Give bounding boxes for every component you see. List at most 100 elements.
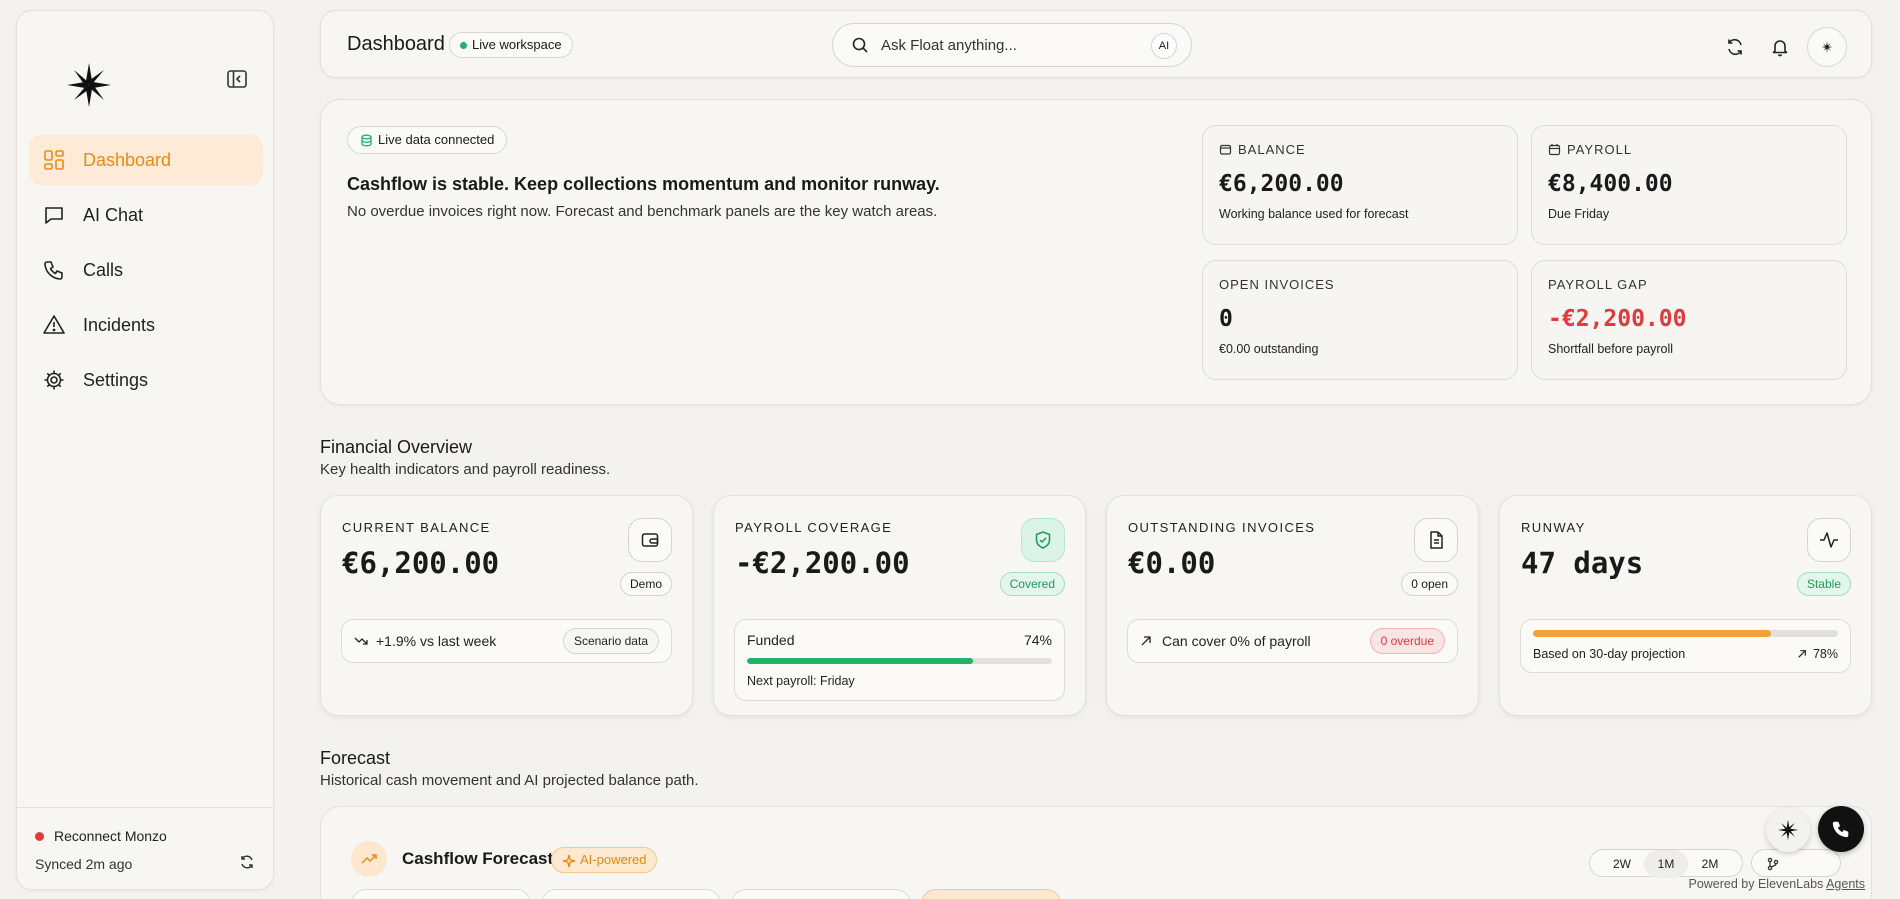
- chat-icon: [43, 204, 65, 226]
- cover-text: Can cover 0% of payroll: [1162, 633, 1311, 649]
- runway-progress-bar: [1533, 630, 1838, 637]
- live-badge-label: Live data connected: [378, 132, 495, 147]
- shield-check-icon: [1035, 531, 1051, 549]
- search-bar[interactable]: AI: [832, 23, 1192, 67]
- voice-call-button[interactable]: [1818, 806, 1864, 852]
- arrow-up-right-icon: [1798, 650, 1806, 658]
- stat-subtext: Due Friday: [1548, 207, 1610, 221]
- runway-box: Based on 30-day projection 78%: [1520, 619, 1851, 673]
- sidebar-item-dashboard[interactable]: Dashboard: [29, 135, 263, 185]
- stat-label: BALANCE: [1238, 142, 1306, 157]
- database-icon: [361, 134, 372, 147]
- agents-link[interactable]: Agents: [1826, 877, 1865, 891]
- cover-box: Can cover 0% of payroll 0 overdue: [1127, 619, 1458, 663]
- kpi-value: -€2,200.00: [735, 546, 910, 580]
- stat-subtext: Shortfall before payroll: [1548, 342, 1674, 356]
- sidebar: Dashboard AI Chat Calls Incidents Settin…: [16, 10, 274, 890]
- range-2m[interactable]: 2M: [1688, 850, 1732, 878]
- ai-badge-label: AI-powered: [580, 852, 647, 867]
- top-actions: [1708, 27, 1847, 67]
- sidebar-nav: Dashboard AI Chat Calls Incidents Settin…: [29, 135, 263, 410]
- live-data-badge: Live data connected: [347, 126, 508, 154]
- forecast-chip[interactable]: [541, 889, 721, 899]
- runway-progress-fill: [1533, 630, 1771, 637]
- float-widget-button[interactable]: [1766, 808, 1810, 852]
- arrow-up-right-icon: [1141, 636, 1151, 646]
- collapse-sidebar-button[interactable]: [223, 65, 251, 93]
- sidebar-collapse-icon: [227, 70, 247, 88]
- sparkle-icon: [562, 854, 576, 868]
- hero-headline: Cashflow is stable. Keep collections mom…: [347, 174, 940, 194]
- sidebar-item-calls[interactable]: Calls: [29, 245, 263, 295]
- ai-pill[interactable]: AI: [1151, 33, 1177, 59]
- kpi-tag: Stable: [1796, 572, 1851, 596]
- warning-icon: [43, 314, 65, 336]
- kpi-label: RUNWAY: [1521, 520, 1586, 535]
- refresh-icon: [1728, 39, 1742, 55]
- funded-label: Funded: [747, 632, 795, 648]
- forecast-chip[interactable]: [351, 889, 531, 899]
- search-icon: [852, 37, 868, 53]
- reconnect-link[interactable]: Reconnect Monzo: [35, 828, 255, 844]
- sidebar-footer: Reconnect Monzo Synced 2m ago: [17, 807, 273, 889]
- funded-box: Funded 74% Next payroll: Friday: [734, 619, 1065, 701]
- ai-powered-badge: AI-powered: [551, 847, 658, 873]
- stat-value: -€2,200.00: [1548, 306, 1687, 332]
- sidebar-item-ai-chat[interactable]: AI Chat: [29, 190, 263, 240]
- branch-icon: [1767, 857, 1779, 871]
- stat-label: PAYROLL GAP: [1548, 277, 1648, 292]
- hero-summary: Live data connected Cashflow is stable. …: [320, 99, 1872, 405]
- wallet-icon: [1219, 144, 1232, 155]
- document-icon: [1430, 531, 1443, 549]
- refresh-sync-icon[interactable]: [239, 854, 255, 873]
- overdue-pill: 0 overdue: [1369, 628, 1445, 654]
- kpi-current-balance: CURRENT BALANCE €6,200.00 Demo +1.9% vs …: [320, 495, 693, 716]
- stat-label: OPEN INVOICES: [1219, 277, 1335, 292]
- range-2w[interactable]: 2W: [1600, 850, 1644, 878]
- wallet-icon: [641, 533, 659, 547]
- search-input[interactable]: [881, 36, 1131, 54]
- stat-value: €8,400.00: [1548, 171, 1673, 197]
- sidebar-item-label: Calls: [83, 259, 124, 280]
- forecast-title: Forecast: [320, 748, 391, 768]
- range-1m[interactable]: 1M: [1644, 850, 1688, 878]
- stat-subtext: €0.00 outstanding: [1219, 342, 1319, 356]
- forecast-chip-highlight[interactable]: [921, 889, 1061, 899]
- phone-icon: [1832, 821, 1849, 838]
- sidebar-item-label: Dashboard: [83, 149, 172, 170]
- top-bar: Dashboard Live workspace AI: [320, 10, 1872, 78]
- forecast-chip[interactable]: [731, 889, 911, 899]
- funded-progress-bar: [747, 658, 1052, 664]
- sync-status: Synced 2m ago: [35, 854, 255, 873]
- powered-by-text: Powered by ElevenLabs: [1688, 877, 1827, 891]
- sidebar-item-settings[interactable]: Settings: [29, 355, 263, 405]
- float-logo[interactable]: [61, 57, 117, 113]
- range-selector: 2W 1M 2M: [1589, 849, 1841, 878]
- stat-payroll: PAYROLL €8,400.00 Due Friday: [1531, 125, 1847, 245]
- status-dot: [35, 831, 44, 841]
- stat-open-invoices: OPEN INVOICES 0 €0.00 outstanding: [1202, 260, 1518, 380]
- financial-overview-title: Financial Overview: [320, 437, 473, 457]
- bell-icon: [1772, 40, 1788, 57]
- notifications-button[interactable]: [1762, 29, 1798, 65]
- kpi-tag: Demo: [619, 572, 672, 596]
- calendar-icon: [1548, 144, 1561, 156]
- kpi-trend-box: +1.9% vs last week Scenario data: [341, 619, 672, 663]
- avatar[interactable]: [1807, 27, 1847, 67]
- page-title: Dashboard: [347, 33, 445, 55]
- stat-balance: BALANCE €6,200.00 Working balance used f…: [1202, 125, 1518, 245]
- kpi-tag: Covered: [999, 572, 1065, 596]
- cashflow-forecast-card: Cashflow Forecast AI-powered 2W 1M 2M: [320, 806, 1872, 899]
- kpi-runway: RUNWAY 47 days Stable Based on 30-day pr…: [1499, 495, 1872, 716]
- powered-by: Powered by ElevenLabs Agents: [1688, 877, 1865, 891]
- phone-icon: [43, 259, 65, 281]
- refresh-button[interactable]: [1717, 29, 1753, 65]
- kpi-icon-wrap: [1414, 518, 1458, 562]
- reconnect-label: Reconnect Monzo: [54, 828, 167, 844]
- forecast-icon-wrap: [351, 841, 387, 877]
- branch-selector[interactable]: [1751, 849, 1841, 877]
- funded-progress-fill: [747, 658, 973, 664]
- trend-up-icon: [361, 854, 377, 864]
- sidebar-item-incidents[interactable]: Incidents: [29, 300, 263, 350]
- kpi-label: OUTSTANDING INVOICES: [1128, 520, 1316, 535]
